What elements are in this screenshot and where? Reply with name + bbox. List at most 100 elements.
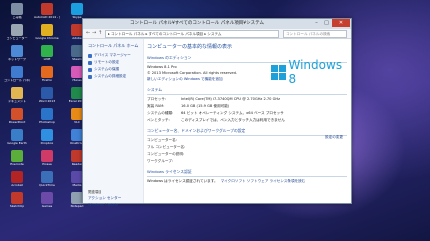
app-icon bbox=[71, 3, 83, 15]
app-icon bbox=[41, 66, 53, 78]
edition-value: Windows 8.1 Pro bbox=[147, 65, 177, 69]
desktop-icon-label: AutoCAD 2014 - 日本語 bbox=[34, 16, 60, 19]
info-key: フル コンピューター名: bbox=[147, 145, 186, 149]
app-icon bbox=[11, 108, 23, 120]
info-row: ワークグループ: bbox=[147, 159, 347, 164]
more-features-link[interactable]: 新しいエディションの Windows で機能を追加 bbox=[147, 77, 223, 82]
app-icon bbox=[41, 108, 53, 120]
info-key: 実装 RAM: bbox=[147, 104, 165, 108]
app-icon bbox=[11, 150, 23, 162]
desktop-icon-label: LINE bbox=[43, 58, 51, 61]
page-title: コンピューターの基本的な情報の表示 bbox=[147, 44, 233, 50]
desktop-icon-label: Dropbox bbox=[40, 142, 54, 145]
info-key: ワークグループ: bbox=[147, 159, 174, 163]
close-button[interactable]: ✕ bbox=[332, 19, 350, 27]
desktop-icon-label: Photoshop bbox=[39, 121, 55, 124]
window-title: コントロール パネル¥すべてのコントロール パネル項目¥システム bbox=[130, 21, 264, 26]
forward-arrow-icon[interactable]: → bbox=[92, 30, 96, 37]
advanced-settings-link[interactable]: システムの詳細設定 bbox=[88, 74, 143, 79]
app-icon bbox=[11, 171, 23, 183]
app-icon bbox=[11, 87, 23, 99]
desktop-icon-label: Google Earth bbox=[7, 142, 27, 145]
info-row: 実装 RAM: 16.0 GB (15.9 GB 使用可能) bbox=[147, 104, 347, 109]
desktop-icon-label: PowerPoint bbox=[8, 121, 26, 124]
info-value: 16.0 GB (15.9 GB 使用可能) bbox=[181, 104, 230, 108]
info-row: コンピューターの説明: bbox=[147, 152, 347, 157]
windows-update-link[interactable]: Windows Update bbox=[88, 203, 118, 207]
main-pane: コンピューターの基本的な情報の表示 Windows のエディション Window… bbox=[147, 39, 347, 203]
copyright-text: © 2013 Microsoft Corporation. All rights… bbox=[147, 71, 238, 75]
desktop-icon-label: Evernote bbox=[10, 163, 24, 166]
computer-name-title-text: コンピューター名、ドメインおよびワークグループの設定 bbox=[147, 128, 246, 133]
desktop-icon-label: Picasa bbox=[42, 163, 52, 166]
app-icon bbox=[11, 45, 23, 57]
app-icon bbox=[41, 192, 53, 204]
info-row: ペンとタッチ: このディスプレイでは、ペン入力とタッチ入力は利用できません bbox=[147, 118, 347, 123]
activation-section-title: Windows ライセンス認証 bbox=[147, 169, 347, 177]
activation-status: Windows はライセンス認証されています。 bbox=[147, 179, 218, 183]
change-settings-link[interactable]: 設定の変更 bbox=[325, 135, 343, 140]
search-input[interactable]: コントロール パネルの検索 bbox=[283, 30, 347, 38]
device-manager-link[interactable]: デバイス マネージャー bbox=[88, 53, 143, 58]
see-also-label: 関連項目 bbox=[88, 190, 102, 194]
shield-icon bbox=[88, 53, 92, 58]
info-row: システムの種類: 64 ビット オペレーティング システム、x64 ベース プロセ… bbox=[147, 111, 347, 116]
maximize-button[interactable]: □ bbox=[322, 19, 331, 27]
link-label: システムの詳細設定 bbox=[94, 74, 127, 78]
shield-icon bbox=[88, 74, 92, 79]
desktop-icon-label: コンピューター bbox=[6, 37, 28, 40]
back-arrow-icon[interactable]: ← bbox=[86, 30, 90, 37]
desktop-icon-label: コントロール パネル bbox=[4, 79, 30, 82]
app-icon bbox=[11, 129, 23, 141]
activation-row: Windows はライセンス認証されています。 マイクロソフト ソフトウェア ラ… bbox=[147, 179, 347, 184]
title-bar[interactable]: コントロール パネル¥すべてのコントロール パネル項目¥システム – □ ✕ bbox=[83, 19, 351, 29]
info-key: コンピューターの説明: bbox=[147, 152, 185, 156]
address-bar[interactable]: ▸ コントロール パネル ▸ すべてのコントロール パネル項目 ▸ システム bbox=[105, 30, 279, 38]
windows-logo: Windows 8 bbox=[271, 58, 347, 86]
minimize-button[interactable]: – bbox=[312, 19, 321, 27]
info-row: プロセッサ: Intel(R) Core(TM) i7-3740QM CPU @ … bbox=[147, 97, 347, 102]
up-arrow-icon[interactable]: ↑ bbox=[98, 30, 102, 37]
license-terms-link[interactable]: マイクロソフト ソフトウェア ライセンス条項を読む bbox=[221, 179, 306, 184]
link-label: リモートの設定 bbox=[94, 60, 120, 64]
remote-settings-link[interactable]: リモートの設定 bbox=[88, 60, 143, 65]
link-label: システムの保護 bbox=[94, 67, 120, 71]
system-section-title: システム bbox=[147, 87, 347, 95]
info-key: コンピューター名: bbox=[147, 138, 177, 142]
desktop-icon-label: ごみ箱 bbox=[12, 16, 22, 19]
desktop-icon-label: Word 2013 bbox=[38, 100, 56, 103]
link-label: デバイス マネージャー bbox=[94, 53, 131, 57]
app-icon bbox=[41, 171, 53, 183]
desktop-icon-label: ネットワーク bbox=[7, 58, 26, 61]
info-key: プロセッサ: bbox=[147, 97, 167, 101]
info-value: 64 ビット オペレーティング システム、x64 ベース プロセッサ bbox=[181, 111, 284, 115]
app-icon bbox=[11, 24, 23, 36]
app-icon bbox=[41, 24, 53, 36]
info-key: システムの種類: bbox=[147, 111, 174, 115]
left-pane: コントロール パネル ホーム デバイス マネージャー リモートの設定 システムの… bbox=[83, 39, 144, 207]
windows-flag-icon bbox=[271, 64, 286, 80]
info-value: このディスプレイでは、ペン入力とタッチ入力は利用できません bbox=[181, 118, 285, 122]
app-icon bbox=[11, 3, 23, 15]
info-value: Intel(R) Core(TM) i7-3740QM CPU @ 2.70GH… bbox=[181, 97, 280, 101]
address-bar-row: ← → ↑ ▸ コントロール パネル ▸ すべてのコントロール パネル項目 ▸ … bbox=[83, 29, 351, 39]
desktop-icon-label: Acrobat bbox=[11, 184, 23, 187]
desktop-icon-label: Firefox bbox=[42, 79, 52, 82]
app-icon bbox=[41, 3, 53, 15]
desktop-icon-label: QuickTime bbox=[39, 184, 55, 187]
system-window: コントロール パネル¥すべてのコントロール パネル項目¥システム – □ ✕ ←… bbox=[82, 18, 352, 207]
action-center-link[interactable]: アクション センター bbox=[88, 196, 121, 201]
info-row: コンピューター名: bbox=[147, 138, 347, 143]
desktop-icon-label: Google Chrome bbox=[35, 37, 59, 40]
desktop-icon[interactable]: Games bbox=[34, 191, 60, 217]
desktop-icon[interactable]: SketchUp bbox=[4, 191, 30, 217]
app-icon bbox=[11, 66, 23, 78]
shield-icon bbox=[88, 60, 92, 65]
desktop-icon-label: Games bbox=[41, 205, 53, 208]
desktop-icon-label: SketchUp bbox=[9, 205, 25, 208]
windows-logo-text: Windows 8 bbox=[288, 58, 343, 86]
app-icon bbox=[41, 150, 53, 162]
system-protection-link[interactable]: システムの保護 bbox=[88, 67, 143, 72]
control-panel-home-link[interactable]: コントロール パネル ホーム bbox=[88, 43, 143, 49]
info-row: フル コンピューター名: bbox=[147, 145, 347, 150]
